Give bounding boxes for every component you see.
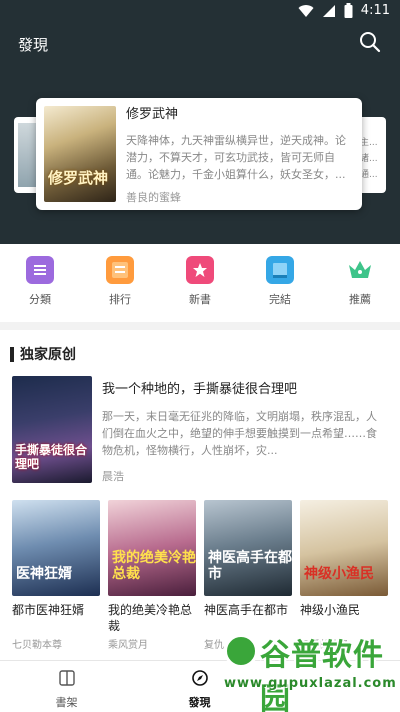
grid-book-author: 可爱的小鱼 — [300, 640, 350, 651]
tab-discover[interactable]: 發現 — [133, 661, 266, 712]
grid-book-author: 复仇 — [204, 640, 224, 651]
recommended-book-author: 晨浩 — [102, 470, 124, 483]
crown-icon — [346, 256, 374, 284]
featured-book-cover: 修罗武神 — [44, 106, 116, 202]
tab-bookshelf[interactable]: 書架 — [0, 661, 133, 712]
grid-cover-title: 我的绝美冷艳总裁 — [112, 550, 196, 582]
grid-book-title: 我的绝美冷艳总裁 — [108, 603, 193, 633]
search-icon — [360, 32, 381, 53]
grid-book-author: 乘风赏月 — [108, 640, 148, 651]
tab-bookshelf-label: 書架 — [55, 696, 78, 709]
featured-cover-title: 修罗武神 — [48, 169, 109, 187]
grid-book-cover: 医神狂婿 — [12, 500, 100, 596]
category-icon — [26, 256, 54, 284]
grid-book-title: 神医高手在都市 — [204, 603, 289, 617]
grid-book-item[interactable]: 医神狂婿 都市医神狂婿 七贝勒本尊 — [12, 500, 100, 651]
grid-book-author: 七贝勒本尊 — [12, 640, 62, 651]
page-title: 發現 — [18, 36, 49, 54]
section-divider — [0, 322, 400, 330]
category-item-finished[interactable]: 完結 — [240, 256, 320, 312]
recommended-book-cover[interactable]: 手撕暴徒很合理吧 — [12, 376, 92, 483]
tab-discover-label: 發現 — [188, 696, 211, 709]
grid-cover-title: 神级小渔民 — [304, 566, 374, 582]
wifi-icon — [298, 4, 314, 17]
signal-icon — [322, 4, 335, 17]
book-grid: 医神狂婿 都市医神狂婿 七贝勒本尊 我的绝美冷艳总裁 我的绝美冷艳总裁 乘风赏月… — [12, 500, 388, 651]
grid-book-title: 都市医神狂婿 — [12, 603, 85, 617]
category-item-new[interactable]: 新書 — [160, 256, 240, 312]
recommended-book-description: 那一天，末日毫无征兆的降临，文明崩塌，秩序混乱，人们倒在血火之中，绝望的伸手想要… — [102, 410, 377, 457]
featured-book-author: 善良的蜜蜂 — [126, 191, 181, 204]
category-item-ranking[interactable]: 排行 — [80, 256, 160, 312]
category-nav: 分類 排行 新書 完結 推薦 — [0, 256, 400, 312]
section-marker — [10, 346, 14, 362]
battery-icon — [344, 3, 353, 18]
tab-profile[interactable] — [266, 661, 399, 712]
recommended-book-title[interactable]: 我一个种地的，手撕暴徒很合理吧 — [102, 378, 297, 397]
grid-cover-title: 医神狂婿 — [16, 566, 72, 582]
grid-book-cover: 神级小渔民 — [300, 500, 388, 596]
featured-book-description: 天降神体，九天神雷纵横异世，逆天成神。论潜力，不算天才，可玄功武技，皆可无师自通… — [126, 134, 346, 181]
category-label-new: 新書 — [189, 293, 211, 306]
status-bar: 4:11 — [0, 0, 400, 24]
status-time: 4:11 — [360, 3, 390, 18]
ranking-icon — [106, 256, 134, 284]
grid-book-item[interactable]: 我的绝美冷艳总裁 我的绝美冷艳总裁 乘风赏月 — [108, 500, 196, 651]
new-book-icon — [186, 256, 214, 284]
grid-book-title: 神级小渔民 — [300, 603, 361, 617]
finished-icon — [266, 256, 294, 284]
next-book-snippet: 主... 诸... 通... — [360, 138, 378, 180]
category-label-ranking: 排行 — [109, 293, 131, 306]
search-button[interactable] — [358, 30, 382, 54]
grid-book-cover: 神医高手在都市 — [204, 500, 292, 596]
category-label-recommend: 推薦 — [349, 293, 371, 306]
grid-book-item[interactable]: 神医高手在都市 神医高手在都市 复仇 — [204, 500, 292, 651]
bookshelf-icon — [58, 670, 75, 686]
discover-icon — [191, 670, 208, 686]
grid-cover-title: 神医高手在都市 — [208, 550, 292, 582]
status-icons: 4:11 — [298, 3, 390, 18]
category-label-classify: 分類 — [29, 293, 51, 306]
recommended-cover-title: 手撕暴徒很合理吧 — [15, 443, 88, 471]
featured-book-title: 修罗武神 — [126, 107, 179, 122]
grid-book-cover: 我的绝美冷艳总裁 — [108, 500, 196, 596]
grid-book-item[interactable]: 神级小渔民 神级小渔民 可爱的小鱼 — [300, 500, 388, 651]
category-item-recommend[interactable]: 推薦 — [320, 256, 400, 312]
category-item-classify[interactable]: 分類 — [0, 256, 80, 312]
section-title: 独家原创 — [20, 347, 76, 363]
category-label-finished: 完結 — [269, 293, 291, 306]
featured-book-card[interactable]: 修罗武神 修罗武神 天降神体，九天神雷纵横异世，逆天成神。论潜力，不算天才，可玄… — [36, 98, 362, 210]
section-header: 独家原创 — [10, 344, 76, 364]
bottom-nav: 書架 發現 — [0, 660, 400, 712]
